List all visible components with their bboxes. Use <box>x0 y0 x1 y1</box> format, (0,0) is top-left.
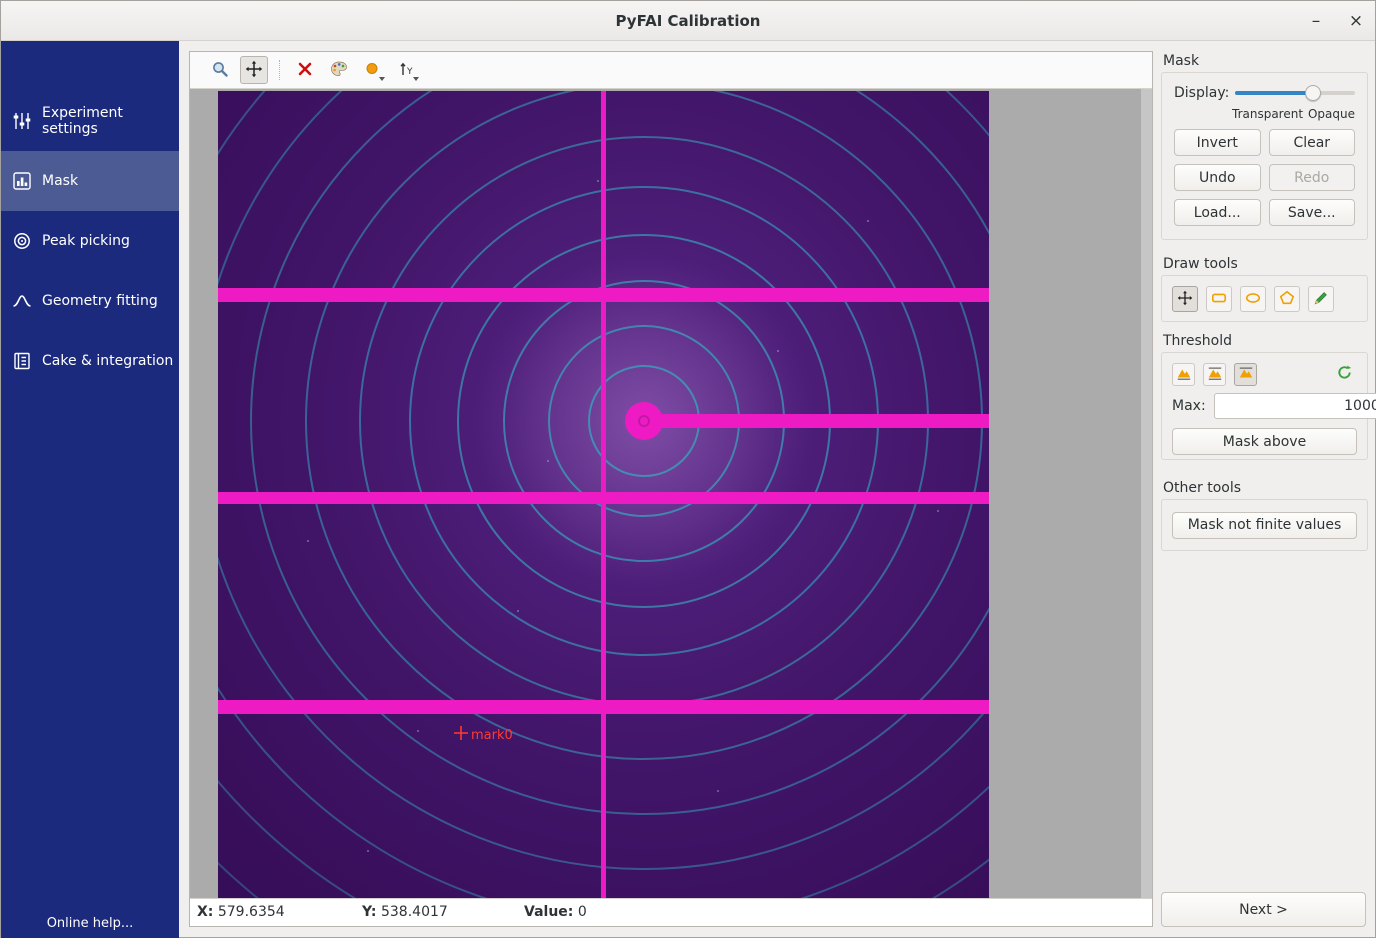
mask-opacity-slider[interactable] <box>1235 84 1355 102</box>
mask-tools-panel: Mask Display: Transparent Opaque Invert … <box>1161 51 1368 927</box>
clear-button[interactable]: Clear <box>1269 129 1356 156</box>
sidebar-item-label: Geometry fitting <box>42 293 158 309</box>
zoom-button[interactable] <box>206 56 234 84</box>
next-button[interactable]: Next > <box>1161 892 1366 927</box>
save-button[interactable]: Save... <box>1269 199 1356 226</box>
mask-between-threshold-button[interactable] <box>1203 363 1226 386</box>
threshold-max-input[interactable] <box>1214 393 1376 419</box>
threshold-title: Threshold <box>1163 333 1368 349</box>
mask-chart-icon <box>12 171 32 191</box>
scrollbar[interactable] <box>1141 89 1152 898</box>
sliders-icon <box>12 111 32 131</box>
draw-tools-group <box>1161 275 1368 322</box>
polygon-tool-button[interactable] <box>1274 286 1300 312</box>
pencil-icon <box>1313 290 1329 309</box>
polygon-icon <box>1279 290 1295 309</box>
plot-canvas[interactable]: mark0 <box>190 89 1152 898</box>
sidebar-item-label: Peak picking <box>42 233 130 249</box>
sidebar-item-peak-picking[interactable]: Peak picking <box>1 211 179 271</box>
mask-above-threshold-button[interactable] <box>1234 363 1257 386</box>
target-rings-icon <box>12 231 32 251</box>
mask-below-icon <box>1176 365 1192 384</box>
peak-curve-icon <box>12 291 32 311</box>
refresh-icon <box>1336 364 1353 384</box>
max-label: Max: <box>1172 398 1206 414</box>
beamstop-mask <box>625 402 663 440</box>
pan-button[interactable] <box>240 56 268 84</box>
diffraction-image[interactable]: mark0 <box>218 91 989 899</box>
rectangle-tool-button[interactable] <box>1206 286 1232 312</box>
crosshair-clear-button[interactable] <box>291 56 319 84</box>
pan-icon <box>245 60 263 81</box>
ellipse-tool-button[interactable] <box>1240 286 1266 312</box>
rectangle-icon <box>1211 290 1227 309</box>
colormap-button[interactable] <box>325 56 353 84</box>
red-x-icon <box>296 60 314 81</box>
slider-track <box>1235 91 1355 95</box>
mask-not-finite-button[interactable]: Mask not finite values <box>1172 512 1357 539</box>
mask-above-icon <box>1238 365 1254 384</box>
invert-button[interactable]: Invert <box>1174 129 1261 156</box>
other-tools-title: Other tools <box>1163 480 1368 496</box>
ellipse-icon <box>1245 290 1261 309</box>
app-window: PyFAI Calibration – × Experiment setting… <box>0 0 1376 938</box>
redo-button[interactable]: Redo <box>1269 164 1356 191</box>
window-controls: – × <box>1307 1 1365 41</box>
other-tools-group: Mask not finite values <box>1161 499 1368 551</box>
chevron-down-icon <box>379 77 385 81</box>
pan-tool-button[interactable] <box>1172 286 1198 312</box>
plot-area: Y <box>189 51 1153 927</box>
pencil-tool-button[interactable] <box>1308 286 1334 312</box>
transparent-label: Transparent <box>1232 107 1303 121</box>
display-label: Display: <box>1174 85 1235 101</box>
sidebar-item-mask[interactable]: Mask <box>1 151 179 211</box>
cursor-y-readout: Y: 538.4017 <box>362 904 448 920</box>
draw-tools-title: Draw tools <box>1163 256 1368 272</box>
sidebar-item-cake-integration[interactable]: Cake & integration <box>1 331 179 391</box>
close-button[interactable]: × <box>1347 13 1365 30</box>
mask-below-threshold-button[interactable] <box>1172 363 1195 386</box>
toolbar-separator <box>279 60 280 80</box>
points-mode-button[interactable] <box>359 56 387 84</box>
titlebar: PyFAI Calibration – × <box>1 1 1375 41</box>
sidebar-item-label: Experiment settings <box>42 105 179 137</box>
online-help-link[interactable]: Online help... <box>1 916 179 931</box>
colormap-palette-icon <box>330 60 348 81</box>
window-title: PyFAI Calibration <box>1 12 1375 30</box>
marker-label: mark0 <box>471 728 513 743</box>
undo-button[interactable]: Undo <box>1174 164 1261 191</box>
refresh-button[interactable] <box>1331 361 1357 387</box>
slider-handle[interactable] <box>1305 85 1321 101</box>
statusbar: X: 579.6354 Y: 538.4017 Value: 0 <box>190 898 1152 926</box>
mask-between-icon <box>1207 365 1223 384</box>
pan-icon <box>1177 290 1193 309</box>
sidebar-item-label: Cake & integration <box>42 353 173 369</box>
load-button[interactable]: Load... <box>1174 199 1261 226</box>
opaque-label: Opaque <box>1308 107 1355 121</box>
chevron-down-icon <box>413 77 419 81</box>
minimize-button[interactable]: – <box>1307 13 1325 30</box>
sidebar: Experiment settings Mask Pe <box>1 41 179 938</box>
plot-toolbar: Y <box>190 52 1152 89</box>
sidebar-item-geometry-fitting[interactable]: Geometry fitting <box>1 271 179 331</box>
threshold-group: Max: Mask above <box>1161 352 1368 460</box>
zoom-icon <box>211 60 229 81</box>
svg-text:Y: Y <box>406 67 413 77</box>
cursor-x-readout: X: 579.6354 <box>197 904 285 920</box>
mask-section-title: Mask <box>1163 53 1368 69</box>
sidebar-item-experiment-settings[interactable]: Experiment settings <box>1 91 179 151</box>
sidebar-item-label: Mask <box>42 173 78 189</box>
y-axis-orientation-button[interactable]: Y <box>393 56 421 84</box>
cursor-value-readout: Value: 0 <box>524 904 587 920</box>
mask-group: Display: Transparent Opaque Invert Clear… <box>1161 72 1368 240</box>
list-book-icon <box>12 351 32 371</box>
slider-fill <box>1235 91 1313 95</box>
mask-above-button[interactable]: Mask above <box>1172 428 1357 455</box>
